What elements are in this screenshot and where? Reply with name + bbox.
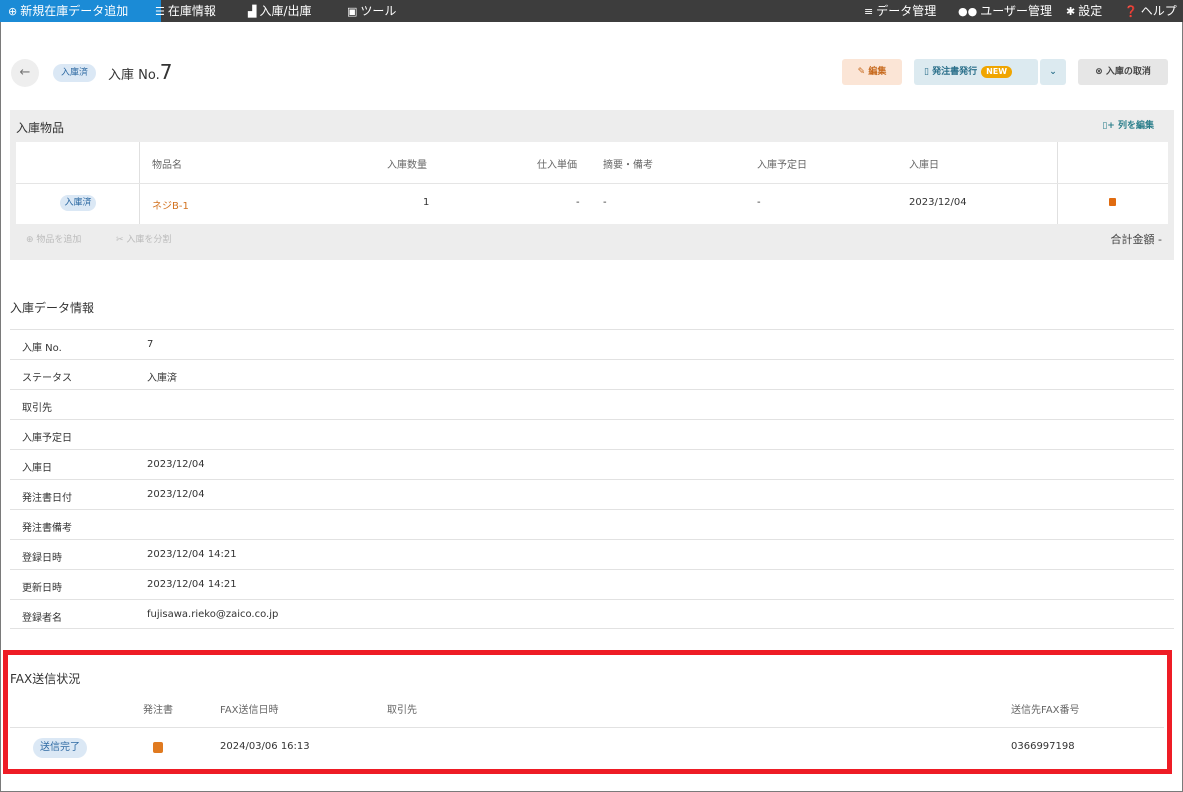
info-row: 入庫日 2023/12/04 [10, 449, 1174, 479]
page-title: 入庫 No.7 [108, 60, 173, 84]
fax-col-fax-number: 送信先FAX番号 [1011, 705, 1080, 716]
nav-settings[interactable]: ✱ 設定 [1066, 0, 1102, 22]
info-key: 入庫予定日 [22, 433, 72, 444]
info-value: 2023/12/04 [147, 489, 205, 500]
edit-button[interactable]: ✎ 編集 [842, 59, 902, 85]
item-date: 2023/12/04 [909, 197, 967, 208]
gear-icon: ✱ [1066, 5, 1076, 18]
item-name-link[interactable]: ネジB-1 [152, 197, 189, 212]
info-value: 2023/12/04 14:21 [147, 579, 237, 590]
info-value: 2023/12/04 14:21 [147, 549, 237, 560]
fax-col-po: 発注書 [143, 705, 173, 716]
info-row: 発注書日付 2023/12/04 [10, 479, 1174, 509]
columns-plus-icon: ▯+ [1102, 121, 1115, 131]
close-circle-icon: ⊗ [1095, 67, 1103, 77]
split-inbound-button[interactable]: ✂ 入庫を分割 [116, 232, 171, 245]
info-key: 発注書日付 [22, 493, 72, 504]
info-key: 登録者名 [22, 613, 62, 624]
users-icon: ●● [958, 5, 978, 18]
list-icon: ☰ [155, 5, 165, 18]
info-row: 入庫 No. 7 [10, 329, 1174, 359]
fax-sent-at: 2024/03/06 16:13 [220, 741, 310, 752]
info-row: ステータス 入庫済 [10, 359, 1174, 389]
fax-status-badge: 送信完了 [33, 738, 87, 758]
item-qty: 1 [423, 197, 430, 208]
info-key: 入庫 No. [22, 343, 62, 354]
info-row: 取引先 [10, 389, 1174, 419]
info-key: 発注書備考 [22, 523, 72, 534]
arrow-left-icon: ← [19, 65, 31, 80]
plus-circle-icon: ⊕ [8, 5, 18, 18]
total-amount: 合計金額 - [1110, 233, 1162, 246]
item-price: - [576, 197, 580, 208]
nav-user-management[interactable]: ●● ユーザー管理 [958, 0, 1052, 22]
question-circle-icon: ❓ [1124, 5, 1138, 18]
pencil-icon: ✎ [857, 67, 866, 77]
document-icon: ▯ [924, 67, 929, 77]
item-note: - [603, 197, 607, 208]
fax-col-partner: 取引先 [387, 705, 417, 716]
info-value: 7 [147, 339, 154, 350]
items-panel: 入庫物品 ▯+ 列を編集 物品名 入庫数量 仕入単価 摘要・備考 入庫予定日 入… [10, 110, 1174, 260]
info-row: 登録日時 2023/12/04 14:21 [10, 539, 1174, 569]
info-value: fujisawa.rieko@zaico.co.jp [147, 609, 279, 620]
divider [16, 183, 1168, 184]
back-button[interactable]: ← [11, 59, 39, 87]
new-badge: NEW [981, 66, 1013, 78]
nav-stock-info[interactable]: ☰ 在庫情報 [155, 0, 216, 22]
col-header-planned-date: 入庫予定日 [757, 160, 807, 171]
info-section-title: 入庫データ情報 [10, 301, 95, 315]
info-row: 発注書備考 [10, 509, 1174, 539]
info-key: 登録日時 [22, 553, 62, 564]
po-dropdown-button[interactable]: ⌄ [1040, 59, 1066, 85]
fax-number: 0366997198 [1011, 741, 1075, 752]
info-row: 入庫予定日 [10, 419, 1174, 449]
info-key: 取引先 [22, 403, 52, 414]
trash-icon[interactable] [1109, 198, 1116, 206]
item-planned-date: - [757, 197, 761, 208]
nav-tools[interactable]: ▣ ツール [347, 0, 396, 22]
col-header-date: 入庫日 [909, 160, 939, 171]
nav-data-management[interactable]: ≡ データ管理 [864, 0, 936, 22]
edit-columns-button[interactable]: ▯+ 列を編集 [1102, 118, 1154, 131]
status-badge: 入庫済 [53, 64, 96, 82]
filter-lines-icon: ≡ [864, 5, 874, 18]
document-copy-icon[interactable] [153, 742, 163, 753]
fax-status-section: FAX送信状況 発注書 FAX送信日時 取引先 送信先FAX番号 送信完了 20… [3, 650, 1172, 774]
issue-po-button[interactable]: ▯ 発注書発行 NEW [914, 59, 1038, 85]
cart-icon: ▟ [248, 5, 257, 18]
divider [10, 727, 1164, 728]
add-stock-button[interactable]: ⊕ 新規在庫データ追加 [0, 0, 161, 22]
col-header-name: 物品名 [152, 160, 182, 171]
items-panel-title: 入庫物品 [16, 121, 65, 135]
info-key: 更新日時 [22, 583, 62, 594]
fax-section-title: FAX送信状況 [10, 672, 81, 686]
fax-col-sent-at: FAX送信日時 [220, 705, 279, 716]
info-value: 入庫済 [147, 373, 177, 384]
info-key: 入庫日 [22, 463, 52, 474]
chevron-down-icon: ⌄ [1049, 67, 1057, 77]
nav-help[interactable]: ❓ ヘルプ [1124, 0, 1177, 22]
plus-circle-icon: ⊕ [26, 235, 34, 245]
row-status-badge: 入庫済 [60, 195, 96, 211]
toolbox-icon: ▣ [347, 5, 358, 18]
top-nav: ⊕ 新規在庫データ追加 ☰ 在庫情報 ▟ 入庫/出庫 ▣ ツール ≡ データ管理 ●● ユー… [0, 0, 1183, 22]
cancel-inbound-button[interactable]: ⊗ 入庫の取消 [1078, 59, 1168, 85]
info-key: ステータス [22, 373, 72, 384]
col-header-price: 仕入単価 [537, 160, 577, 171]
info-row: 更新日時 2023/12/04 14:21 [10, 569, 1174, 599]
add-item-button[interactable]: ⊕ 物品を追加 [26, 232, 81, 245]
col-header-qty: 入庫数量 [387, 160, 427, 171]
scissors-icon: ✂ [116, 235, 124, 245]
nav-inbound-outbound[interactable]: ▟ 入庫/出庫 [248, 0, 312, 22]
col-header-note: 摘要・備考 [603, 160, 653, 171]
info-value: 2023/12/04 [147, 459, 205, 470]
items-table: 物品名 入庫数量 仕入単価 摘要・備考 入庫予定日 入庫日 入庫済 ネジB-1 … [16, 142, 1168, 224]
info-row: 登録者名 fujisawa.rieko@zaico.co.jp [10, 599, 1174, 629]
